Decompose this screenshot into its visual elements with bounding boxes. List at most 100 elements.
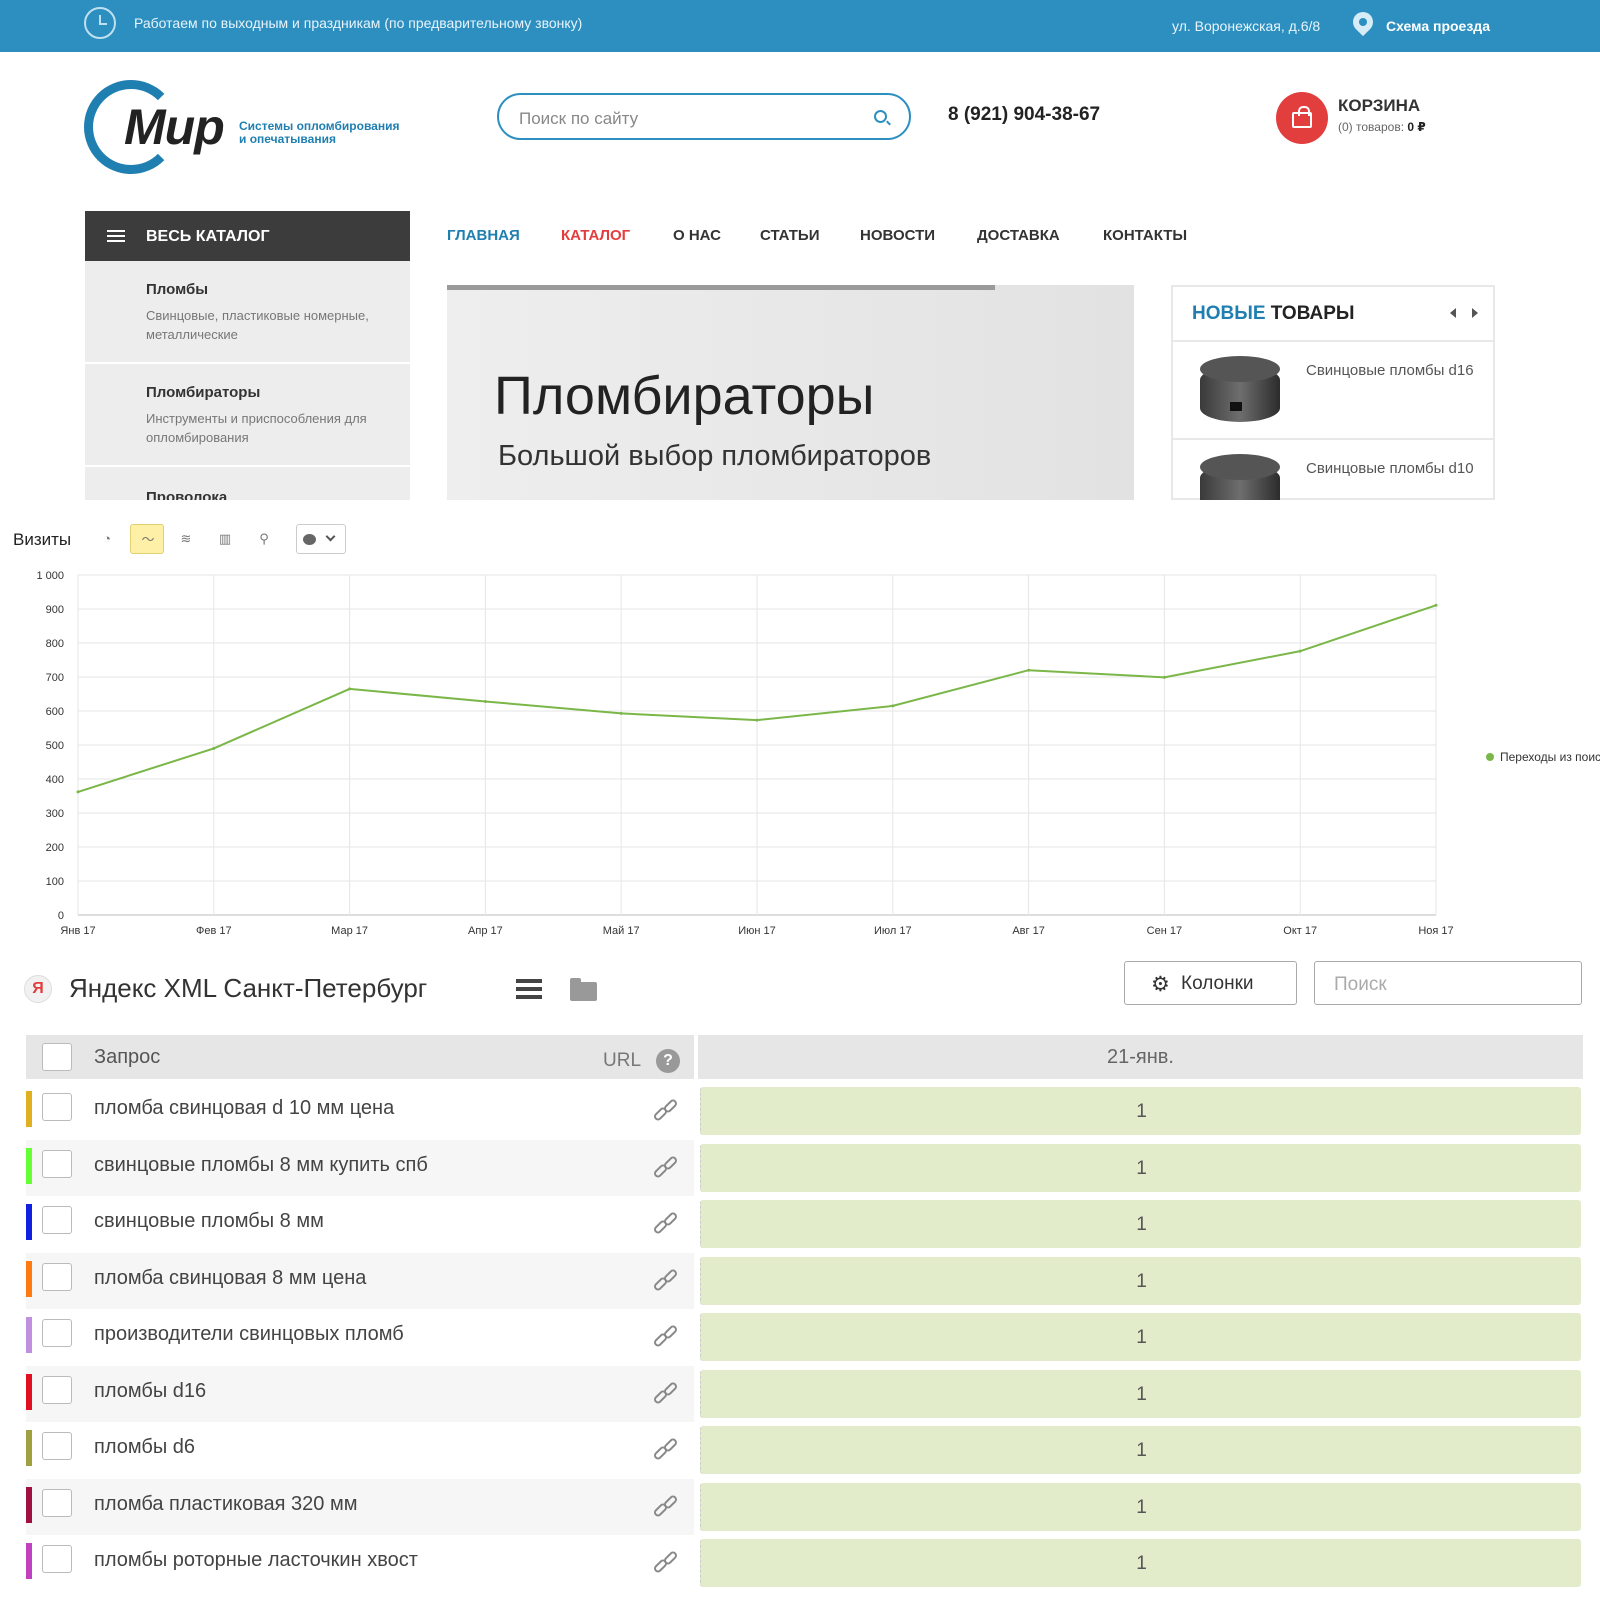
nav-home[interactable]: ГЛАВНАЯ bbox=[447, 227, 520, 244]
link-icon[interactable] bbox=[652, 1267, 681, 1293]
x-tick-label: Мар 17 bbox=[331, 925, 368, 937]
header-date-column[interactable]: 21-янв. bbox=[698, 1035, 1583, 1079]
search-icon[interactable] bbox=[874, 110, 887, 123]
link-icon[interactable] bbox=[652, 1154, 681, 1180]
row-checkbox[interactable] bbox=[42, 1319, 72, 1347]
product-card[interactable]: Свинцовые пломбы d10 bbox=[1173, 438, 1493, 500]
chart-legend[interactable]: Переходы из поисковых систем bbox=[1486, 750, 1600, 764]
product-image bbox=[1200, 356, 1280, 422]
position-value: 1 bbox=[1136, 1440, 1147, 1461]
cart-sum: 0 ₽ bbox=[1407, 120, 1426, 134]
header-query[interactable]: Запрос bbox=[94, 1046, 160, 1069]
product-card[interactable]: Свинцовые пломбы d16 bbox=[1173, 340, 1493, 438]
row-color-marker bbox=[26, 1091, 32, 1127]
position-cell[interactable]: 1 bbox=[700, 1256, 1581, 1305]
visits-line-chart: 0 100 200 300 400 500 600 700 800 900 1 000 Янв 17 Ф… bbox=[36, 570, 1453, 937]
y-tick-label: 900 bbox=[46, 604, 64, 616]
table-header: Запрос URL ? 21-янв. bbox=[26, 1035, 1583, 1079]
row-checkbox[interactable] bbox=[42, 1545, 72, 1573]
logo-tagline: Системы опломбирования и опечатывания bbox=[239, 120, 429, 146]
help-icon[interactable]: ? bbox=[656, 1049, 680, 1073]
data-point bbox=[891, 704, 895, 708]
catalog-item-title: Пломбы bbox=[146, 281, 209, 298]
table-search-input[interactable]: Поиск bbox=[1314, 961, 1582, 1005]
cart-title[interactable]: КОРЗИНА bbox=[1338, 96, 1420, 116]
nav-delivery[interactable]: ДОСТАВКА bbox=[977, 227, 1060, 244]
row-query: свинцовые пломбы 8 мм bbox=[94, 1210, 324, 1232]
link-icon[interactable] bbox=[652, 1493, 681, 1519]
select-all-checkbox[interactable] bbox=[42, 1043, 72, 1071]
catalog-menu-button[interactable]: ВЕСЬ КАТАЛОГ bbox=[85, 211, 410, 261]
table-row: пломба свинцовая d 10 мм цена 1 bbox=[26, 1083, 1583, 1139]
row-query: пломбы роторные ласточкин хвост bbox=[94, 1549, 418, 1571]
route-link[interactable]: Схема проезда bbox=[1386, 18, 1490, 34]
link-icon[interactable] bbox=[652, 1097, 681, 1123]
row-checkbox[interactable] bbox=[42, 1488, 72, 1517]
catalog-item-sealers[interactable]: Пломбираторы Инструменты и приспособлени… bbox=[85, 364, 410, 467]
nav-news[interactable]: НОВОСТИ bbox=[860, 227, 935, 244]
columns-button-label: Колонки bbox=[1181, 973, 1254, 994]
row-checkbox[interactable] bbox=[42, 1432, 72, 1460]
link-icon[interactable] bbox=[652, 1549, 681, 1575]
link-icon[interactable] bbox=[652, 1323, 681, 1349]
position-cell[interactable]: 1 bbox=[700, 1369, 1581, 1418]
logo-word: Мир bbox=[124, 99, 225, 155]
link-icon[interactable] bbox=[652, 1210, 681, 1236]
position-cell[interactable]: 1 bbox=[700, 1200, 1581, 1248]
header-left: Запрос URL ? bbox=[26, 1035, 694, 1079]
promo-banner[interactable]: Пломбираторы Большой выбор пломбираторов bbox=[447, 285, 1134, 500]
location-pin-icon bbox=[1348, 7, 1378, 37]
link-icon[interactable] bbox=[652, 1436, 681, 1462]
position-value: 1 bbox=[1136, 1214, 1147, 1235]
nav-articles[interactable]: СТАТЬИ bbox=[760, 227, 820, 244]
hamburger-icon bbox=[107, 230, 125, 242]
clock-icon bbox=[84, 7, 116, 39]
catalog-item-seals[interactable]: Пломбы Свинцовые, пластиковые номерные, … bbox=[85, 261, 410, 364]
position-value: 1 bbox=[1136, 1383, 1147, 1405]
link-icon[interactable] bbox=[652, 1380, 681, 1406]
y-tick-label: 400 bbox=[46, 774, 64, 786]
table-row: пломба пластиковая 320 мм 1 bbox=[26, 1478, 1583, 1535]
row-checkbox[interactable] bbox=[42, 1375, 72, 1404]
catalog-menu-label: ВЕСЬ КАТАЛОГ bbox=[146, 228, 270, 245]
phone-number[interactable]: 8 (921) 904-38-67 bbox=[948, 104, 1100, 126]
data-point bbox=[76, 790, 80, 794]
row-checkbox[interactable] bbox=[42, 1093, 72, 1121]
position-cell[interactable]: 1 bbox=[700, 1087, 1581, 1135]
row-checkbox[interactable] bbox=[42, 1149, 72, 1178]
position-cell[interactable]: 1 bbox=[700, 1482, 1581, 1531]
position-cell[interactable]: 1 bbox=[700, 1313, 1581, 1361]
position-cell[interactable]: 1 bbox=[700, 1143, 1581, 1192]
nav-contacts[interactable]: КОНТАКТЫ bbox=[1103, 227, 1187, 244]
table-row: свинцовые пломбы 8 мм купить спб 1 bbox=[26, 1139, 1583, 1196]
nav-about[interactable]: О НАС bbox=[673, 227, 721, 244]
y-tick-label: 300 bbox=[46, 808, 64, 820]
prev-arrow-icon[interactable] bbox=[1450, 308, 1456, 318]
row-checkbox[interactable] bbox=[42, 1206, 72, 1234]
next-arrow-icon[interactable] bbox=[1472, 308, 1478, 318]
x-tick-label: Окт 17 bbox=[1283, 925, 1317, 937]
position-value: 1 bbox=[1136, 1101, 1147, 1122]
y-tick-label: 700 bbox=[46, 672, 64, 684]
catalog-item-title: Пломбираторы bbox=[146, 384, 261, 401]
list-view-icon[interactable] bbox=[516, 979, 542, 999]
cart-icon[interactable] bbox=[1276, 92, 1328, 144]
columns-button[interactable]: ⚙ Колонки bbox=[1124, 961, 1297, 1005]
position-cell[interactable]: 1 bbox=[700, 1539, 1581, 1587]
data-point bbox=[212, 746, 216, 750]
legend-marker bbox=[1486, 753, 1494, 761]
site-search-input[interactable]: Поиск по сайту bbox=[497, 93, 911, 140]
table-row: пломба свинцовая 8 мм цена 1 bbox=[26, 1252, 1583, 1309]
row-checkbox[interactable] bbox=[42, 1262, 72, 1291]
position-value: 1 bbox=[1136, 1157, 1147, 1179]
position-cell[interactable]: 1 bbox=[700, 1426, 1581, 1474]
nav-catalog[interactable]: КАТАЛОГ bbox=[561, 227, 630, 244]
yandex-icon: Я bbox=[24, 975, 52, 1003]
folder-icon[interactable] bbox=[570, 978, 597, 1001]
data-point bbox=[348, 687, 352, 691]
y-tick-label: 100 bbox=[46, 876, 64, 888]
row-query: производители свинцовых пломб bbox=[94, 1323, 404, 1345]
catalog-item-wire[interactable]: Проволока bbox=[85, 467, 410, 500]
catalog-item-title: Проволока bbox=[146, 489, 228, 500]
data-point bbox=[755, 718, 759, 722]
